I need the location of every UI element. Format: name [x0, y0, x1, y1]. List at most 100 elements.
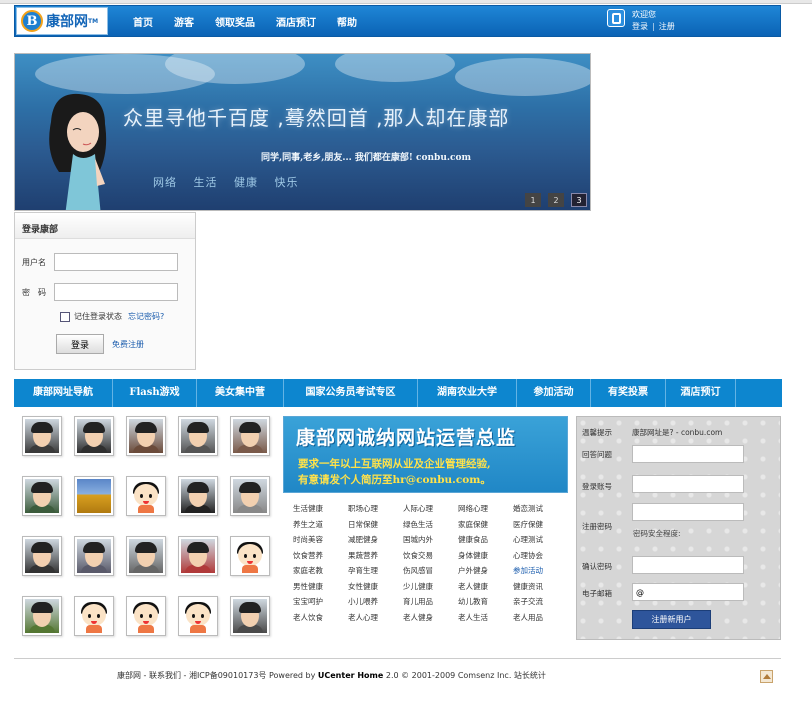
cat-civil-service[interactable]: 国家公务员考试专区	[284, 379, 418, 407]
member-avatars	[22, 416, 274, 636]
remember-checkbox[interactable]	[60, 311, 70, 322]
member-avatar[interactable]	[230, 596, 270, 636]
topic-link[interactable]: 老人饮食	[293, 612, 348, 628]
topic-link[interactable]: 婚恋测试	[513, 503, 568, 519]
topic-link[interactable]: 饮食营养	[293, 550, 348, 566]
back-to-top-icon[interactable]	[760, 670, 773, 683]
member-avatar[interactable]	[126, 476, 166, 516]
cat-url-nav[interactable]: 康部网址导航	[14, 379, 113, 407]
cat-flash-games[interactable]: Flash游戏	[113, 379, 197, 407]
topic-link[interactable]: 家庭保健	[458, 519, 513, 535]
member-avatar[interactable]	[74, 536, 114, 576]
member-avatar[interactable]	[74, 416, 114, 456]
topic-link[interactable]: 老人心理	[348, 612, 403, 628]
confirm-password-input[interactable]	[632, 556, 744, 574]
cat-beauty[interactable]: 美女集中营	[197, 379, 284, 407]
nav-help[interactable]: 帮助	[337, 14, 357, 29]
topic-link[interactable]: 时尚美容	[293, 534, 348, 550]
recruit-ad[interactable]: 康部网诚纳网站运营总监 要求一年以上互联网从业及企业管理经验, 有意请发个人简历…	[283, 416, 568, 493]
topic-link[interactable]: 身体健康	[458, 550, 513, 566]
topic-link[interactable]: 职场心理	[348, 503, 403, 519]
site-logo[interactable]: B 康部网 TM	[16, 7, 108, 35]
topic-link[interactable]: 人际心理	[403, 503, 458, 519]
topic-link[interactable]: 少儿健康	[403, 581, 458, 597]
topic-link[interactable]: 老人健康	[458, 581, 513, 597]
topic-link[interactable]: 育儿用品	[403, 596, 458, 612]
topic-link[interactable]: 减肥健身	[348, 534, 403, 550]
free-register-link[interactable]: 免费注册	[112, 339, 144, 350]
account-input[interactable]	[632, 475, 744, 493]
nav-guest[interactable]: 游客	[174, 14, 194, 29]
member-avatar[interactable]	[126, 536, 166, 576]
topic-link[interactable]: 养生之道	[293, 519, 348, 535]
nav-home[interactable]: 首页	[133, 14, 153, 29]
nav-hotel[interactable]: 酒店预订	[276, 14, 316, 29]
banner-pager: 1 2 3	[518, 193, 587, 207]
topic-link[interactable]: 果蔬营养	[348, 550, 403, 566]
header-login-link[interactable]: 登录	[632, 22, 648, 31]
member-avatar[interactable]	[22, 536, 62, 576]
member-avatar[interactable]	[126, 416, 166, 456]
ad-title: 康部网诚纳网站运营总监	[296, 427, 517, 449]
topic-link[interactable]: 宝宝呵护	[293, 596, 348, 612]
banner-slideshow[interactable]: 众里寻他千百度 ,蓦然回首 ,那人却在康部 同学,同事,老乡,朋友... 我们都…	[14, 53, 591, 211]
reg-password-input[interactable]	[632, 503, 744, 521]
answer-input[interactable]	[632, 445, 744, 463]
user-card-icon	[607, 9, 625, 27]
member-avatar[interactable]	[126, 596, 166, 636]
username-input[interactable]	[54, 253, 178, 271]
topic-link[interactable]: 心理协会	[513, 550, 568, 566]
banner-page-1[interactable]: 1	[525, 193, 541, 207]
member-avatar[interactable]	[22, 476, 62, 516]
footer-brand-link[interactable]: UCenter Home	[318, 671, 383, 680]
member-avatar[interactable]	[22, 416, 62, 456]
topic-link[interactable]: 伤风感冒	[403, 565, 458, 581]
logo-tm: TM	[88, 17, 99, 25]
topic-link[interactable]: 家庭老教	[293, 565, 348, 581]
nav-prizes[interactable]: 领取奖品	[215, 14, 255, 29]
banner-page-2[interactable]: 2	[548, 193, 564, 207]
cat-hunan-agri-univ[interactable]: 湖南农业大学	[418, 379, 517, 407]
topic-link[interactable]: 生活健康	[293, 503, 348, 519]
topic-link[interactable]: 医疗保健	[513, 519, 568, 535]
cat-activities[interactable]: 参加活动	[517, 379, 591, 407]
topic-link[interactable]: 国城内外	[403, 534, 458, 550]
member-avatar[interactable]	[178, 416, 218, 456]
topic-link[interactable]: 日常保健	[348, 519, 403, 535]
cat-vote[interactable]: 有奖投票	[591, 379, 666, 407]
password-input[interactable]	[54, 283, 178, 301]
header-register-link[interactable]: 注册	[659, 22, 675, 31]
topic-link[interactable]: 老人用品	[513, 612, 568, 628]
forgot-password-link[interactable]: 忘记密码?	[128, 311, 164, 322]
topic-link[interactable]: 老人健身	[403, 612, 458, 628]
banner-page-3[interactable]: 3	[571, 193, 587, 207]
member-avatar[interactable]	[22, 596, 62, 636]
topic-link[interactable]: 户外健身	[458, 565, 513, 581]
topic-link[interactable]: 孕育生理	[348, 565, 403, 581]
member-avatar[interactable]	[178, 536, 218, 576]
topic-link[interactable]: 老人生活	[458, 612, 513, 628]
member-avatar[interactable]	[74, 596, 114, 636]
member-avatar[interactable]	[74, 476, 114, 516]
member-avatar[interactable]	[230, 476, 270, 516]
topic-link[interactable]: 小儿喂养	[348, 596, 403, 612]
cat-hotel[interactable]: 酒店预订	[666, 379, 736, 407]
topic-link[interactable]: 参加活动	[513, 565, 568, 581]
member-avatar[interactable]	[178, 596, 218, 636]
topic-link[interactable]: 健康食品	[458, 534, 513, 550]
register-button[interactable]: 注册新用户	[632, 610, 711, 629]
member-avatar[interactable]	[230, 416, 270, 456]
topic-link[interactable]: 男性健康	[293, 581, 348, 597]
member-avatar[interactable]	[230, 536, 270, 576]
email-input[interactable]	[632, 583, 744, 601]
topic-link[interactable]: 亲子交流	[513, 596, 568, 612]
login-button[interactable]: 登录	[56, 334, 104, 354]
topic-link[interactable]: 网络心理	[458, 503, 513, 519]
topic-link[interactable]: 心理测试	[513, 534, 568, 550]
topic-link[interactable]: 女性健康	[348, 581, 403, 597]
topic-link[interactable]: 健康资讯	[513, 581, 568, 597]
topic-link[interactable]: 幼儿教育	[458, 596, 513, 612]
topic-link[interactable]: 饮食交易	[403, 550, 458, 566]
topic-link[interactable]: 绿色生活	[403, 519, 458, 535]
member-avatar[interactable]	[178, 476, 218, 516]
